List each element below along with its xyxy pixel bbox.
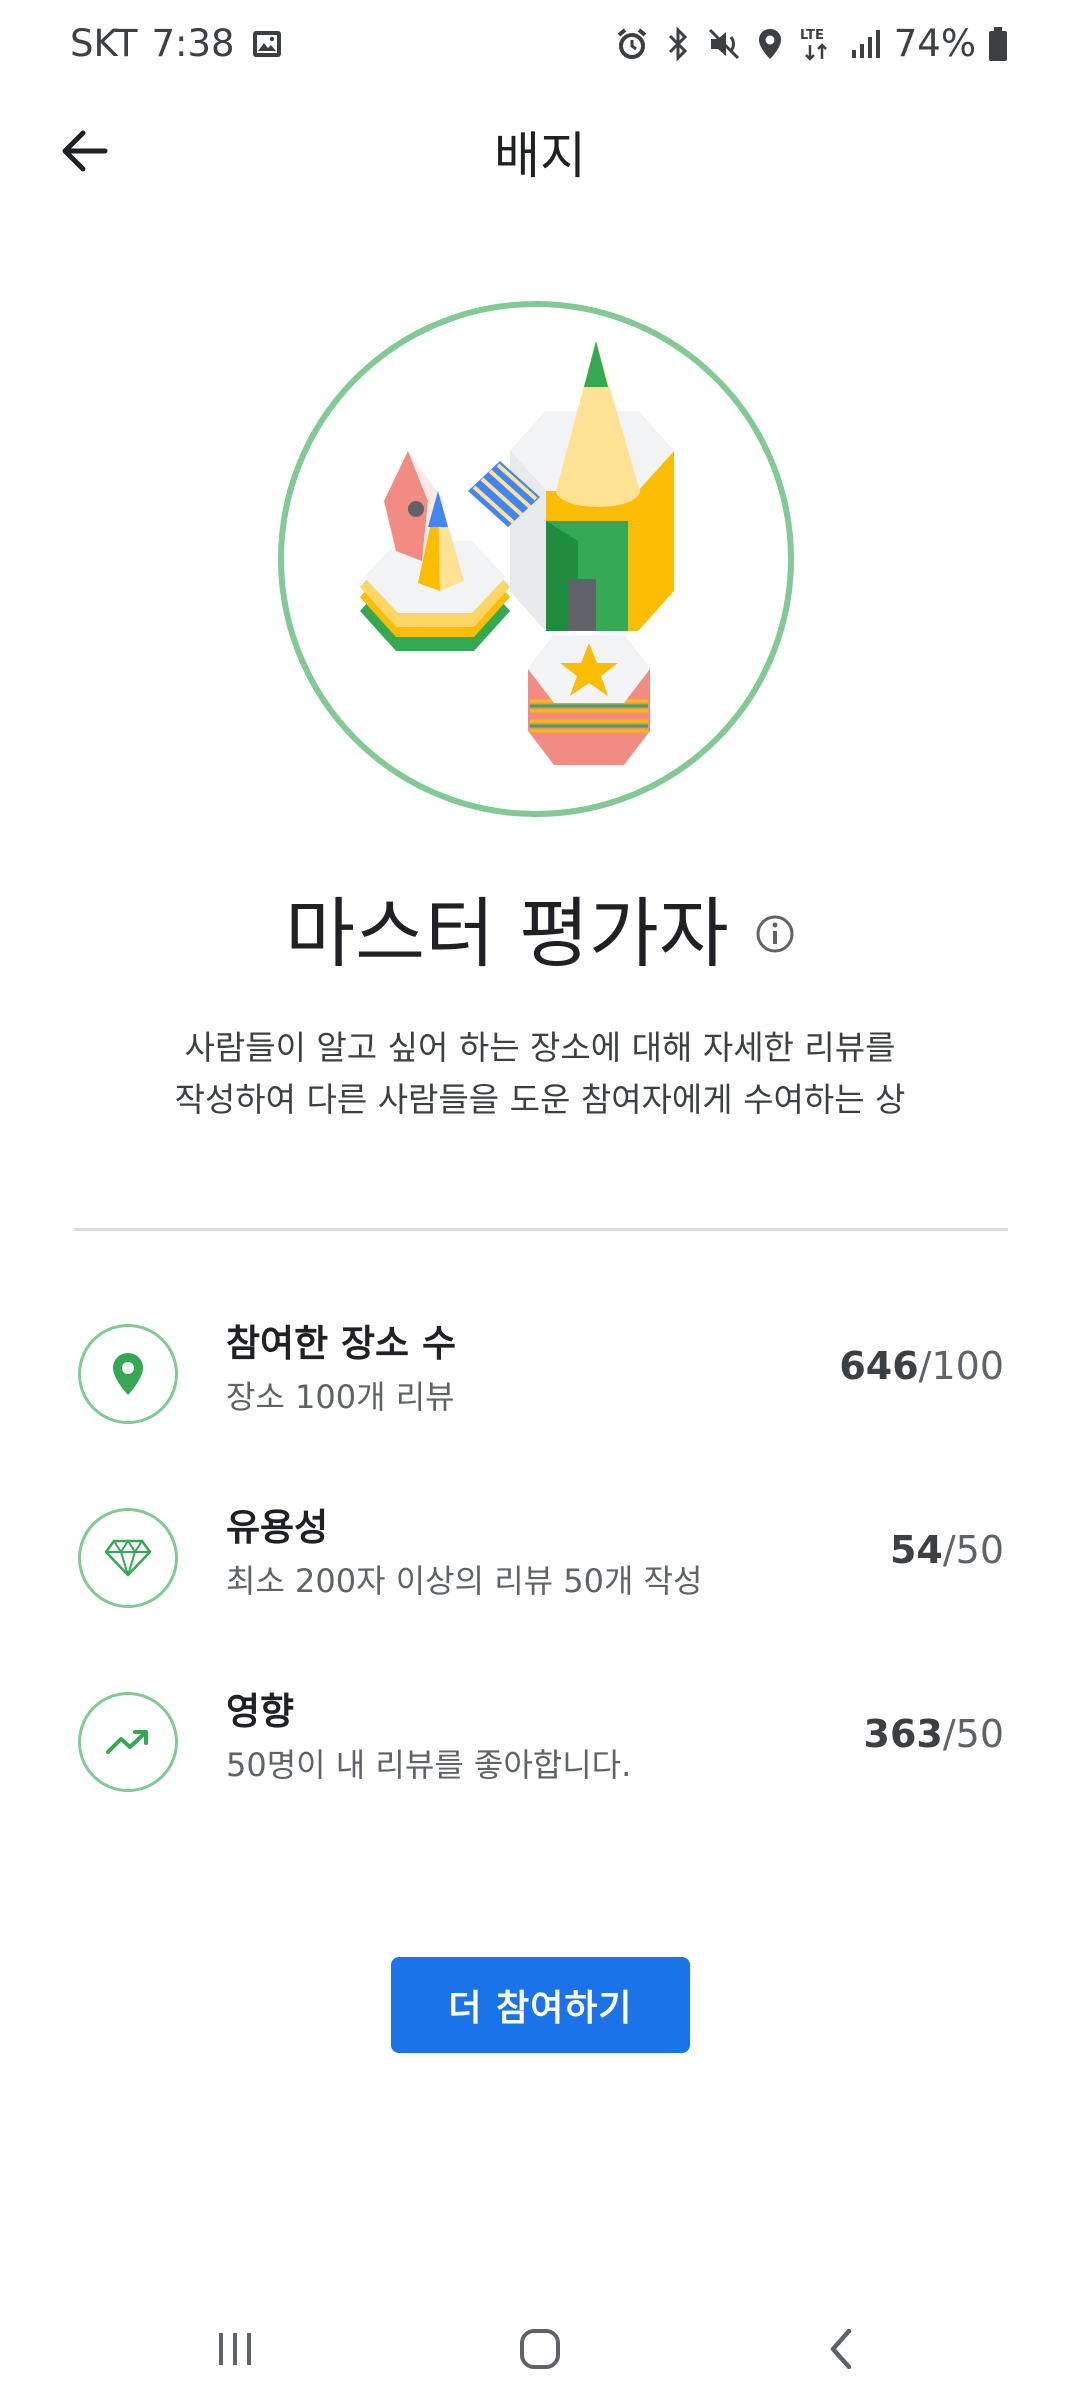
status-left: SKT 7:38	[70, 22, 285, 65]
badge-title: 마스터 평가자	[285, 889, 729, 978]
system-back-button[interactable]	[796, 2314, 886, 2384]
stat-target: /100	[918, 1344, 1004, 1388]
stat-subtitle: 장소 100개 리뷰	[226, 1378, 455, 1416]
gallery-icon	[249, 24, 285, 64]
participate-more-button[interactable]: 더 참여하기	[391, 1957, 690, 2053]
badge-description: 사람들이 알고 싶어 하는 장소에 대해 자세한 리뷰를 작성하여 다른 사람들…	[90, 1022, 990, 1126]
stat-value: 54/50	[890, 1528, 1004, 1572]
stat-value: 646/100	[839, 1344, 1004, 1388]
map-pin-icon	[78, 1324, 178, 1424]
stat-title: 참여한 장소 수	[226, 1322, 457, 1365]
stat-title: 유용성	[226, 1506, 329, 1549]
page-title: 배지	[494, 127, 586, 185]
alarm-icon	[614, 24, 650, 64]
recent-apps-button[interactable]	[190, 2314, 280, 2384]
stat-target: /50	[942, 1712, 1004, 1756]
stat-text: 참여한 장소 수 장소 100개 리뷰	[226, 1318, 456, 1422]
diamond-icon	[78, 1508, 178, 1608]
status-right: LTE 74%	[614, 22, 1010, 65]
bluetooth-icon	[660, 24, 696, 64]
battery-icon	[986, 24, 1010, 64]
stat-row-impact: 영향 50명이 내 리뷰를 좋아합니다. 363/50	[74, 1686, 1008, 1806]
recent-apps-icon	[219, 2333, 251, 2365]
carrier-label: SKT	[70, 22, 138, 65]
nav-bar	[0, 2300, 1080, 2400]
app-bar: 배지	[0, 92, 1080, 208]
stat-current: 54	[889, 1528, 943, 1572]
stat-text: 유용성 최소 200자 이상의 리뷰 50개 작성	[226, 1502, 703, 1606]
stat-subtitle: 50명이 내 리뷰를 좋아합니다.	[226, 1746, 632, 1784]
stat-row-places: 참여한 장소 수 장소 100개 리뷰 646/100	[74, 1318, 1008, 1438]
trending-up-icon	[78, 1692, 178, 1792]
stat-target: /50	[942, 1528, 1004, 1572]
stat-current: 646	[839, 1344, 919, 1388]
badge-description-line2: 작성하여 다른 사람들을 도운 참여자에게 수여하는 상	[174, 1080, 906, 1119]
info-icon[interactable]	[755, 914, 795, 954]
home-button[interactable]	[495, 2314, 585, 2384]
clock: 7:38	[151, 22, 235, 65]
badge-illustration	[278, 301, 794, 817]
badge-description-line1: 사람들이 알고 싶어 하는 장소에 대해 자세한 리뷰를	[184, 1028, 896, 1067]
stat-current: 363	[863, 1712, 943, 1756]
back-nav-icon	[830, 2328, 852, 2370]
home-icon	[520, 2329, 560, 2369]
lte-icon: LTE	[798, 24, 838, 64]
stat-title: 영향	[226, 1690, 295, 1733]
stat-value: 363/50	[864, 1712, 1004, 1756]
mute-icon	[706, 24, 742, 64]
stat-row-usefulness: 유용성 최소 200자 이상의 리뷰 50개 작성 54/50	[74, 1502, 1008, 1622]
signal-icon	[848, 24, 884, 64]
divider	[74, 1228, 1008, 1231]
stat-subtitle: 최소 200자 이상의 리뷰 50개 작성	[226, 1562, 703, 1600]
battery-percent: 74%	[893, 22, 976, 65]
location-icon	[752, 24, 788, 64]
lte-label: LTE	[800, 28, 824, 43]
badge-title-row: 마스터 평가자	[0, 872, 1080, 982]
status-bar: SKT 7:38 LTE 74%	[0, 0, 1080, 92]
stat-text: 영향 50명이 내 리뷰를 좋아합니다.	[226, 1686, 631, 1790]
